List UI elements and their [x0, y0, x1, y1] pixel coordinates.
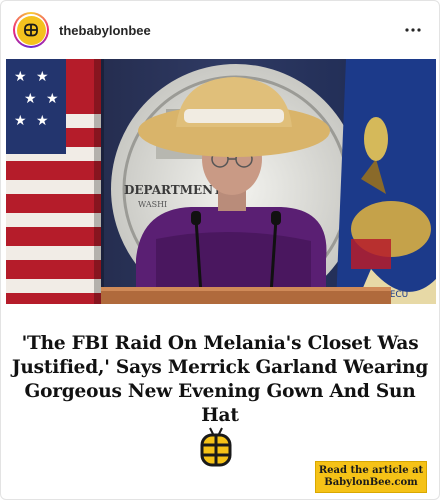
- post-header: thebabylonbee: [1, 1, 439, 59]
- svg-text:★: ★: [36, 113, 49, 129]
- seal-subtext: WASHI: [138, 200, 167, 209]
- svg-text:★: ★: [14, 113, 27, 129]
- more-horizontal-icon[interactable]: [401, 18, 425, 42]
- read-article-button[interactable]: Read the article at BabylonBee.com: [315, 461, 427, 493]
- svg-text:★: ★: [36, 69, 49, 85]
- babylon-bee-logo-icon: [16, 15, 46, 45]
- us-flag: ★ ★ ★ ★ ★ ★: [6, 59, 104, 304]
- post-image[interactable]: ★ ★ ★ ★ ★ ★ DEPARTMENT WASHI SECU: [6, 59, 436, 304]
- svg-text:★: ★: [24, 91, 37, 107]
- cta-line-1: Read the article at: [318, 465, 424, 476]
- seal-text: DEPARTMENT: [124, 183, 222, 197]
- babylon-bee-logo-icon: [199, 426, 233, 470]
- cta-line-2: BabylonBee.com: [324, 477, 418, 488]
- instagram-post: thebabylonbee ★ ★ ★ ★ ★ ★ DEPARTMENT WAS…: [0, 0, 440, 500]
- avatar[interactable]: [13, 12, 49, 48]
- doj-flag: SECU: [336, 59, 436, 304]
- username[interactable]: thebabylonbee: [59, 23, 401, 38]
- svg-text:★: ★: [14, 69, 27, 85]
- svg-text:★: ★: [46, 91, 59, 107]
- article-headline: 'The FBI Raid On Melania's Closet Was Ju…: [11, 333, 429, 426]
